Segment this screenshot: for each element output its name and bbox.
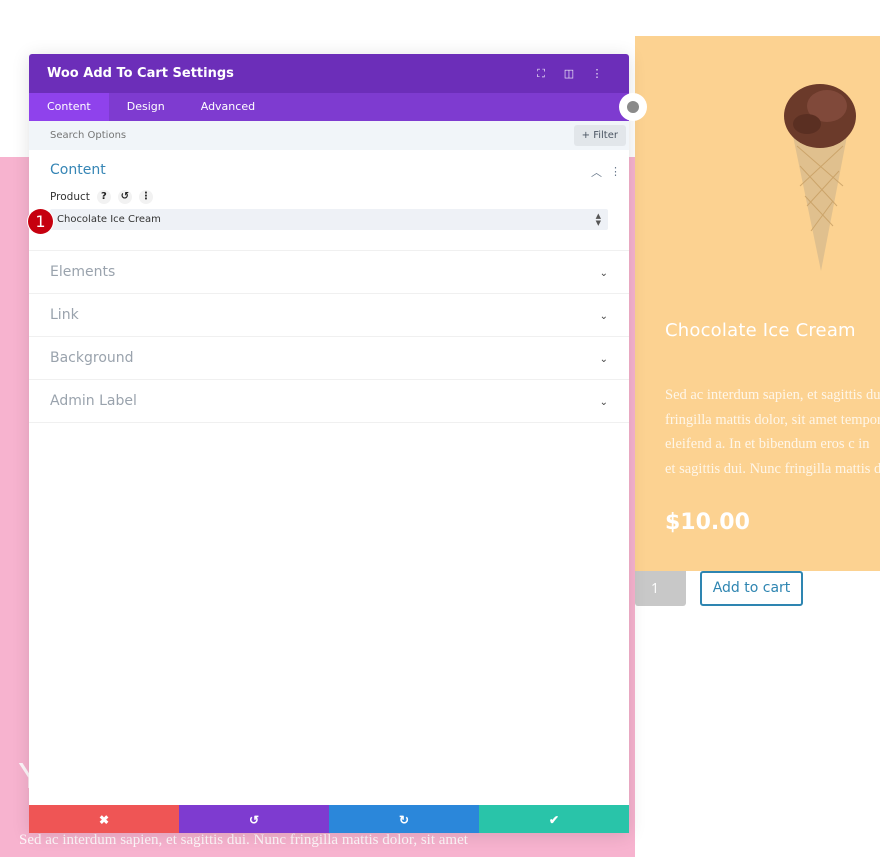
chevron-up-icon[interactable]: ︿ bbox=[591, 164, 602, 180]
product-select[interactable]: Chocolate Ice Cream ▲ ▼ bbox=[50, 209, 608, 230]
cancel-button[interactable]: ✖ bbox=[29, 805, 179, 833]
modal-title: Woo Add To Cart Settings bbox=[47, 66, 234, 81]
undo-button[interactable]: ↺ bbox=[179, 805, 329, 833]
step-badge: 1 bbox=[28, 209, 53, 234]
select-arrows-icon: ▲ ▼ bbox=[595, 211, 601, 227]
redo-icon: ↻ bbox=[398, 810, 410, 828]
product-field-label: Product ? ↺ ⋮ bbox=[50, 190, 608, 204]
field-more-icon[interactable]: ⋮ bbox=[138, 190, 153, 204]
section-title: Admin Label bbox=[50, 393, 137, 409]
filter-button[interactable]: + Filter bbox=[573, 125, 626, 146]
section-elements[interactable]: Elements ⌄ bbox=[29, 251, 629, 294]
chevron-down-icon: ⌄ bbox=[599, 308, 608, 322]
section-title: Background bbox=[50, 350, 134, 366]
help-icon[interactable]: ? bbox=[96, 190, 111, 204]
save-button[interactable]: ✔ bbox=[479, 805, 629, 833]
settings-modal: Woo Add To Cart Settings ⛶ ◫ ⋮ Content D… bbox=[29, 54, 629, 833]
redo-button[interactable]: ↻ bbox=[329, 805, 479, 833]
ice-cream-image bbox=[784, 84, 856, 271]
quantity-input[interactable]: 1 bbox=[635, 571, 686, 606]
product-card: Chocolate Ice Cream Sed ac interdum sapi… bbox=[635, 36, 880, 571]
product-price: $10.00 bbox=[665, 510, 750, 535]
section-body-text: Sed ac interdum sapien, et sagittis dui.… bbox=[19, 832, 468, 848]
reset-icon[interactable]: ↺ bbox=[117, 190, 132, 204]
section-admin-label[interactable]: Admin Label ⌄ bbox=[29, 380, 629, 423]
description-line: fringilla mattis dolor, sit amet tempor bbox=[665, 411, 880, 428]
description-line: eleifend a. In et bibendum eros c in bbox=[665, 436, 870, 452]
content-section-title[interactable]: Content bbox=[50, 162, 608, 178]
more-icon[interactable]: ⋮ bbox=[583, 66, 611, 81]
product-select-value: Chocolate Ice Cream bbox=[57, 214, 161, 225]
add-to-cart-button[interactable]: Add to cart bbox=[700, 571, 803, 606]
chevron-down-icon: ⌄ bbox=[599, 394, 608, 408]
tab-design[interactable]: Design bbox=[109, 93, 183, 121]
section-controls: ︿ ⋮ bbox=[591, 164, 621, 180]
modal-footer: ✖ ↺ ↻ ✔ bbox=[29, 805, 629, 833]
section-background[interactable]: Background ⌄ bbox=[29, 337, 629, 380]
split-view-icon[interactable]: ◫ bbox=[555, 66, 583, 81]
content-section: Content ︿ ⋮ Product ? ↺ ⋮ Chocolate Ice … bbox=[29, 150, 629, 251]
description-line: et sagittis dui. Nunc fringilla mattis d… bbox=[665, 460, 880, 477]
section-title: Link bbox=[50, 307, 79, 323]
search-input[interactable] bbox=[50, 130, 574, 141]
modal-header[interactable]: Woo Add To Cart Settings ⛶ ◫ ⋮ bbox=[29, 54, 629, 93]
product-description: Sed ac interdum sapien, et sagittis dui.… bbox=[665, 383, 880, 481]
chevron-down-icon: ⌄ bbox=[599, 265, 608, 279]
section-link[interactable]: Link ⌄ bbox=[29, 294, 629, 337]
globe-icon bbox=[627, 101, 639, 113]
tab-content[interactable]: Content bbox=[29, 93, 109, 121]
search-row: + Filter bbox=[29, 121, 629, 150]
expand-icon[interactable]: ⛶ bbox=[527, 66, 555, 81]
product-label-text: Product bbox=[50, 191, 90, 203]
section-more-icon[interactable]: ⋮ bbox=[610, 164, 621, 180]
section-title: Elements bbox=[50, 264, 116, 280]
description-line: Sed ac interdum sapien, et sagittis dui. bbox=[665, 387, 880, 403]
undo-icon: ↺ bbox=[248, 810, 260, 828]
tab-advanced[interactable]: Advanced bbox=[183, 93, 273, 121]
check-icon: ✔ bbox=[548, 810, 560, 828]
globe-button[interactable] bbox=[619, 93, 647, 121]
product-title: Chocolate Ice Cream bbox=[665, 320, 856, 341]
modal-tabs: Content Design Advanced bbox=[29, 93, 629, 121]
chevron-down-icon: ⌄ bbox=[599, 351, 608, 365]
close-icon: ✖ bbox=[98, 810, 110, 828]
